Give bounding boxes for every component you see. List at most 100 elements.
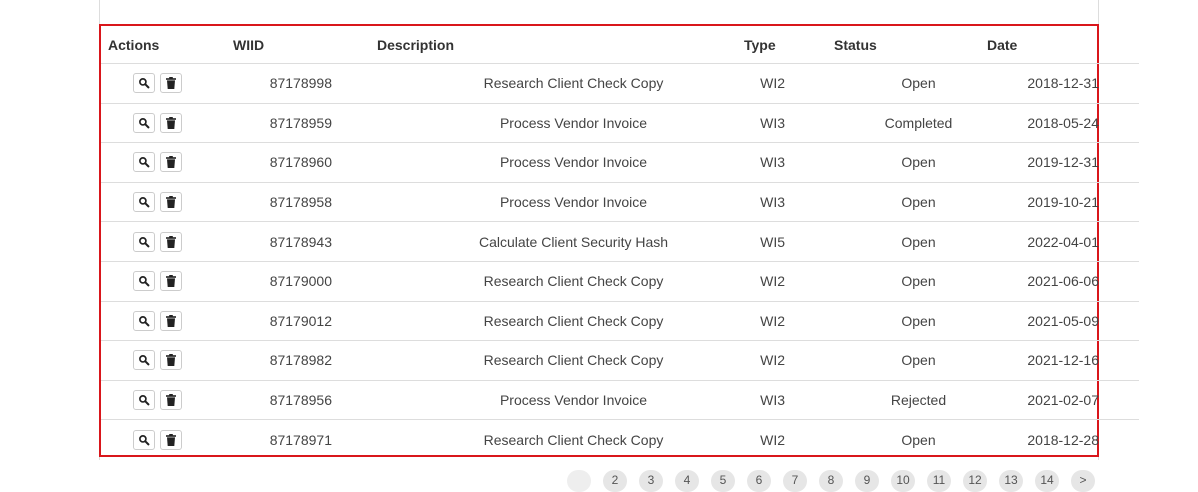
header-wiid[interactable]: WIID [226,26,370,64]
page-button-6[interactable]: 6 [747,470,771,492]
row-actions [101,261,226,302]
cell-status: Rejected [827,380,980,421]
cell-date: 2021-05-09 [980,301,1139,342]
delete-button[interactable] [160,231,182,252]
cell-type: WI2 [737,261,827,302]
pagination: 1 2 3 4 5 6 7 8 9 10 11 12 13 14 > [567,470,1107,492]
view-button[interactable] [133,152,155,173]
row-actions [101,142,226,183]
page-button-5[interactable]: 5 [711,470,735,492]
delete-button[interactable] [160,73,182,94]
cell-wiid: 87178960 [226,142,370,183]
table-row: 87178998 Research Client Check Copy WI2 Ope… [101,63,1139,104]
table-body: 87178998 Research Client Check Copy WI2 Ope… [101,63,1139,459]
page-button-8[interactable]: 8 [819,470,843,492]
delete-button[interactable] [160,152,182,173]
cell-status: Open [827,261,980,302]
cell-status: Open [827,221,980,262]
delete-button[interactable] [160,310,182,331]
cell-wiid: 87178956 [226,380,370,421]
cell-status: Open [827,63,980,104]
cell-date: 2021-12-16 [980,340,1139,381]
cell-description: Process Vendor Invoice [370,380,737,421]
page-button-2[interactable]: 2 [603,470,627,492]
table-row: 87178982 Research Client Check Copy WI2 Ope… [101,340,1139,381]
page-button-3[interactable]: 3 [639,470,663,492]
view-button[interactable] [133,390,155,411]
page-button-9[interactable]: 9 [855,470,879,492]
row-actions [101,103,226,144]
cell-wiid: 87178958 [226,182,370,223]
view-button[interactable] [133,271,155,292]
delete-button[interactable] [160,271,182,292]
page-button-11[interactable]: 11 [927,470,951,492]
cell-description: Research Client Check Copy [483,431,664,448]
delete-button[interactable] [160,350,182,371]
view-button[interactable] [133,231,155,252]
delete-button[interactable] [160,192,182,213]
view-button[interactable] [133,429,155,450]
cell-type: WI2 [737,301,827,342]
cell-type: WI3 [737,103,827,144]
table-header-row: Actions WIID Description Type Status Dat… [101,26,1139,64]
table-row: 87178958 Process Vendor Invoice WI3 Open 201… [101,182,1139,223]
row-actions [101,63,226,104]
view-button[interactable] [133,192,155,213]
work-items-table-container: Actions WIID Description Type Status Dat… [99,24,1139,457]
cell-status: Open [827,182,980,223]
cell-description: Process Vendor Invoice [370,103,737,144]
cell-wiid: 87179000 [226,261,370,302]
page-button-4[interactable]: 4 [675,470,699,492]
delete-button[interactable] [160,112,182,133]
page-button-13[interactable]: 13 [999,470,1023,492]
header-description[interactable]: Description [370,26,737,64]
cell-status: Completed [827,103,980,144]
cell-date: 2022-04-01 [980,221,1139,262]
cell-description: Research Client Check Copy [370,63,737,104]
view-button[interactable] [133,112,155,133]
view-button[interactable] [133,350,155,371]
cell-date: 2021-06-06 [980,261,1139,302]
cell-type: WI3 [737,182,827,223]
page-button-12[interactable]: 12 [963,470,987,492]
cell-type: WI2 [760,431,785,448]
cell-wiid: 87178998 [226,63,370,104]
header-date[interactable]: Date [980,26,1139,64]
delete-button[interactable] [160,390,182,411]
row-actions [101,420,226,459]
view-button[interactable] [133,73,155,94]
row-actions [101,301,226,342]
table-row: 87178971 Research Client Check Copy WI2 Ope… [101,420,1139,459]
page-button-10[interactable]: 10 [891,470,915,492]
page-button-14[interactable]: 14 [1035,470,1059,492]
cell-date: 2018-12-31 [980,63,1139,104]
cell-status: Open [827,142,980,183]
row-actions [101,182,226,223]
work-items-table: Actions WIID Description Type Status Dat… [101,26,1139,459]
cell-wiid: 87178982 [226,340,370,381]
cell-type: WI5 [737,221,827,262]
cell-description: Calculate Client Security Hash [370,221,737,262]
table-row: 87178960 Process Vendor Invoice WI3 Open 201… [101,142,1139,183]
view-button[interactable] [133,310,155,331]
header-actions: Actions [101,26,226,64]
next-page-button[interactable]: > [1071,470,1095,492]
header-type[interactable]: Type [737,26,827,64]
cell-type: WI2 [737,340,827,381]
cell-date: 2018-05-24 [980,103,1139,144]
cell-description: Process Vendor Invoice [370,142,737,183]
table-row: 87178956 Process Vendor Invoice WI3 Rejecte… [101,380,1139,421]
cell-wiid: 87178959 [226,103,370,144]
cell-wiid: 87179012 [226,301,370,342]
delete-button[interactable] [160,429,182,450]
cell-date: 2019-12-31 [980,142,1139,183]
cell-type: WI3 [737,142,827,183]
page-button-1[interactable]: 1 [567,470,591,492]
cell-status: Open [827,340,980,381]
cell-date: 2018-12-28 [1027,431,1099,448]
table-row: 87178943 Calculate Client Security Hash WI… [101,221,1139,262]
header-status[interactable]: Status [827,26,980,64]
cell-status: Open [827,301,980,342]
page-button-7[interactable]: 7 [783,470,807,492]
cell-wiid: 87178943 [226,221,370,262]
